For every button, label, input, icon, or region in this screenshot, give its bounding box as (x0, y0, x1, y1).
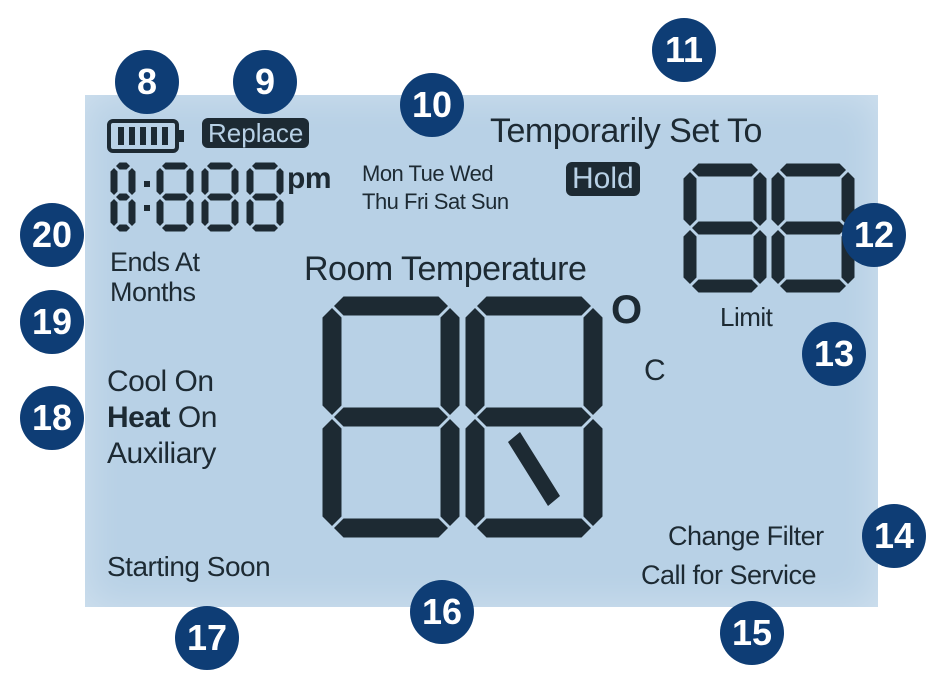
clock-digit-4-seg-f (246, 168, 254, 195)
starting-soon-label: Starting Soon (107, 551, 271, 582)
room-digit-2-seg-g (477, 407, 591, 427)
clock-digit-1-seg-e (110, 199, 118, 226)
months-label: Months (110, 276, 196, 307)
clock-digit-1-seg-c (128, 199, 136, 226)
setpoint-digit-1-seg-e (683, 230, 697, 284)
setpoint-digit-1-seg-d (692, 279, 758, 293)
clock-digit-3-seg-f (201, 168, 209, 195)
room-digit-1-seg-c (440, 419, 460, 526)
callout-9: 9 (233, 50, 297, 114)
clock-digit-4-seg-b (276, 168, 284, 195)
system-mode-indicators: Cool On Heat On Auxiliary (107, 364, 217, 472)
days-of-week: Mon Tue Wed Thu Fri Sat Sun (362, 160, 509, 215)
clock-digit-3-seg-c (231, 199, 239, 226)
clock-digit-3-seg-a (207, 162, 233, 170)
days-line-2: Thu Fri Sat Sun (362, 188, 509, 214)
room-digit-2-seg-diagonal (508, 432, 560, 506)
clock-digit-1-seg-b (128, 168, 136, 195)
clock-digit-2-seg-d (162, 224, 188, 232)
clock-digit-2-seg-c (186, 199, 194, 226)
setpoint-digit-1-seg-f (683, 172, 697, 226)
change-filter-label: Change Filter (668, 521, 824, 551)
room-digit-1-seg-e (322, 419, 342, 526)
clock-digit-4-seg-a (252, 162, 278, 170)
clock-digit-4-seg-g (252, 193, 278, 201)
room-digit-2-seg-a (477, 296, 591, 316)
setpoint-digit-1-seg-g (692, 221, 758, 235)
room-temperature-label: Room Temperature (304, 250, 587, 288)
pm-indicator: pm (287, 162, 332, 195)
callout-20: 20 (20, 203, 84, 267)
clock-digit-1-seg-d (116, 224, 130, 232)
clock-digit-3-seg-g (207, 193, 233, 201)
callout-13: 13 (802, 322, 866, 386)
cool-on-label: Cool On (107, 365, 214, 398)
heat-on-word: On (177, 401, 218, 434)
room-digit-1-seg-a (334, 296, 448, 316)
clock-digit-1-seg-f (110, 168, 118, 195)
clock-digit-2-seg-g (162, 193, 188, 201)
temporarily-set-to-label: Temporarily Set To (490, 112, 762, 150)
days-line-1: Mon Tue Wed (362, 161, 494, 186)
clock-digit-3-seg-d (207, 224, 233, 232)
setpoint-digit-2-seg-a (780, 163, 846, 177)
clock-digit-2-seg-a (162, 162, 188, 170)
room-digit-2-seg-e (465, 419, 485, 526)
heat-word: Heat (107, 401, 171, 434)
callout-17: 17 (175, 606, 239, 670)
clock-digit-1-seg-g (116, 193, 130, 201)
clock-digit-2-seg-f (156, 168, 164, 195)
clock-digit-4-seg-e (246, 199, 254, 226)
setpoint-digit-2-seg-f (771, 172, 785, 226)
clock-digit-2-seg-e (156, 199, 164, 226)
setpoint-digit-1-seg-a (692, 163, 758, 177)
setpoint-digit-1-seg-b (753, 172, 767, 226)
hold-indicator: Hold (566, 162, 640, 196)
setpoint-digit-2-seg-g (780, 221, 846, 235)
callout-19: 19 (20, 290, 84, 354)
celsius-unit: C (644, 354, 666, 387)
clock-digit-4-seg-c (276, 199, 284, 226)
callout-18: 18 (20, 386, 84, 450)
clock-digit-2-seg-b (186, 168, 194, 195)
callout-15: 15 (720, 601, 784, 665)
ends-at-label: Ends At (110, 247, 200, 277)
limit-label: Limit (720, 302, 773, 332)
room-digit-1-seg-b (440, 308, 460, 415)
replace-indicator: Replace (202, 118, 310, 148)
auxiliary-label: Auxiliary (107, 437, 216, 470)
clock-colon-dot-2 (144, 205, 150, 211)
call-for-service-label: Call for Service (641, 560, 817, 590)
clock-digit-4-seg-d (252, 224, 278, 232)
battery-icon (107, 119, 184, 153)
room-digit-2-seg-f (465, 308, 485, 415)
room-digit-2-seg-d (477, 518, 591, 538)
room-digit-1-seg-g (334, 407, 448, 427)
setpoint-digit-1-seg-c (753, 230, 767, 284)
clock-digit-1-seg-a (116, 162, 130, 170)
setpoint-digit-2-seg-e (771, 230, 785, 284)
callout-16: 16 (410, 580, 474, 644)
heat-on-line: Heat On (107, 400, 217, 436)
room-digit-2-seg-c (583, 419, 603, 526)
clock-colon-dot-1 (144, 181, 150, 187)
setpoint-digit-2-seg-d (780, 279, 846, 293)
callout-8: 8 (115, 50, 179, 114)
degree-symbol: O (611, 288, 642, 332)
clock-digit-3-seg-e (201, 199, 209, 226)
ends-at-months: Ends At Months (110, 247, 200, 307)
callout-12: 12 (842, 203, 906, 267)
clock-digit-3-seg-b (231, 168, 239, 195)
room-digit-1-seg-f (322, 308, 342, 415)
room-digit-2-seg-b (583, 308, 603, 415)
callout-10: 10 (400, 73, 464, 137)
callout-11: 11 (652, 18, 716, 82)
callout-14: 14 (862, 504, 926, 568)
room-digit-1-seg-d (334, 518, 448, 538)
